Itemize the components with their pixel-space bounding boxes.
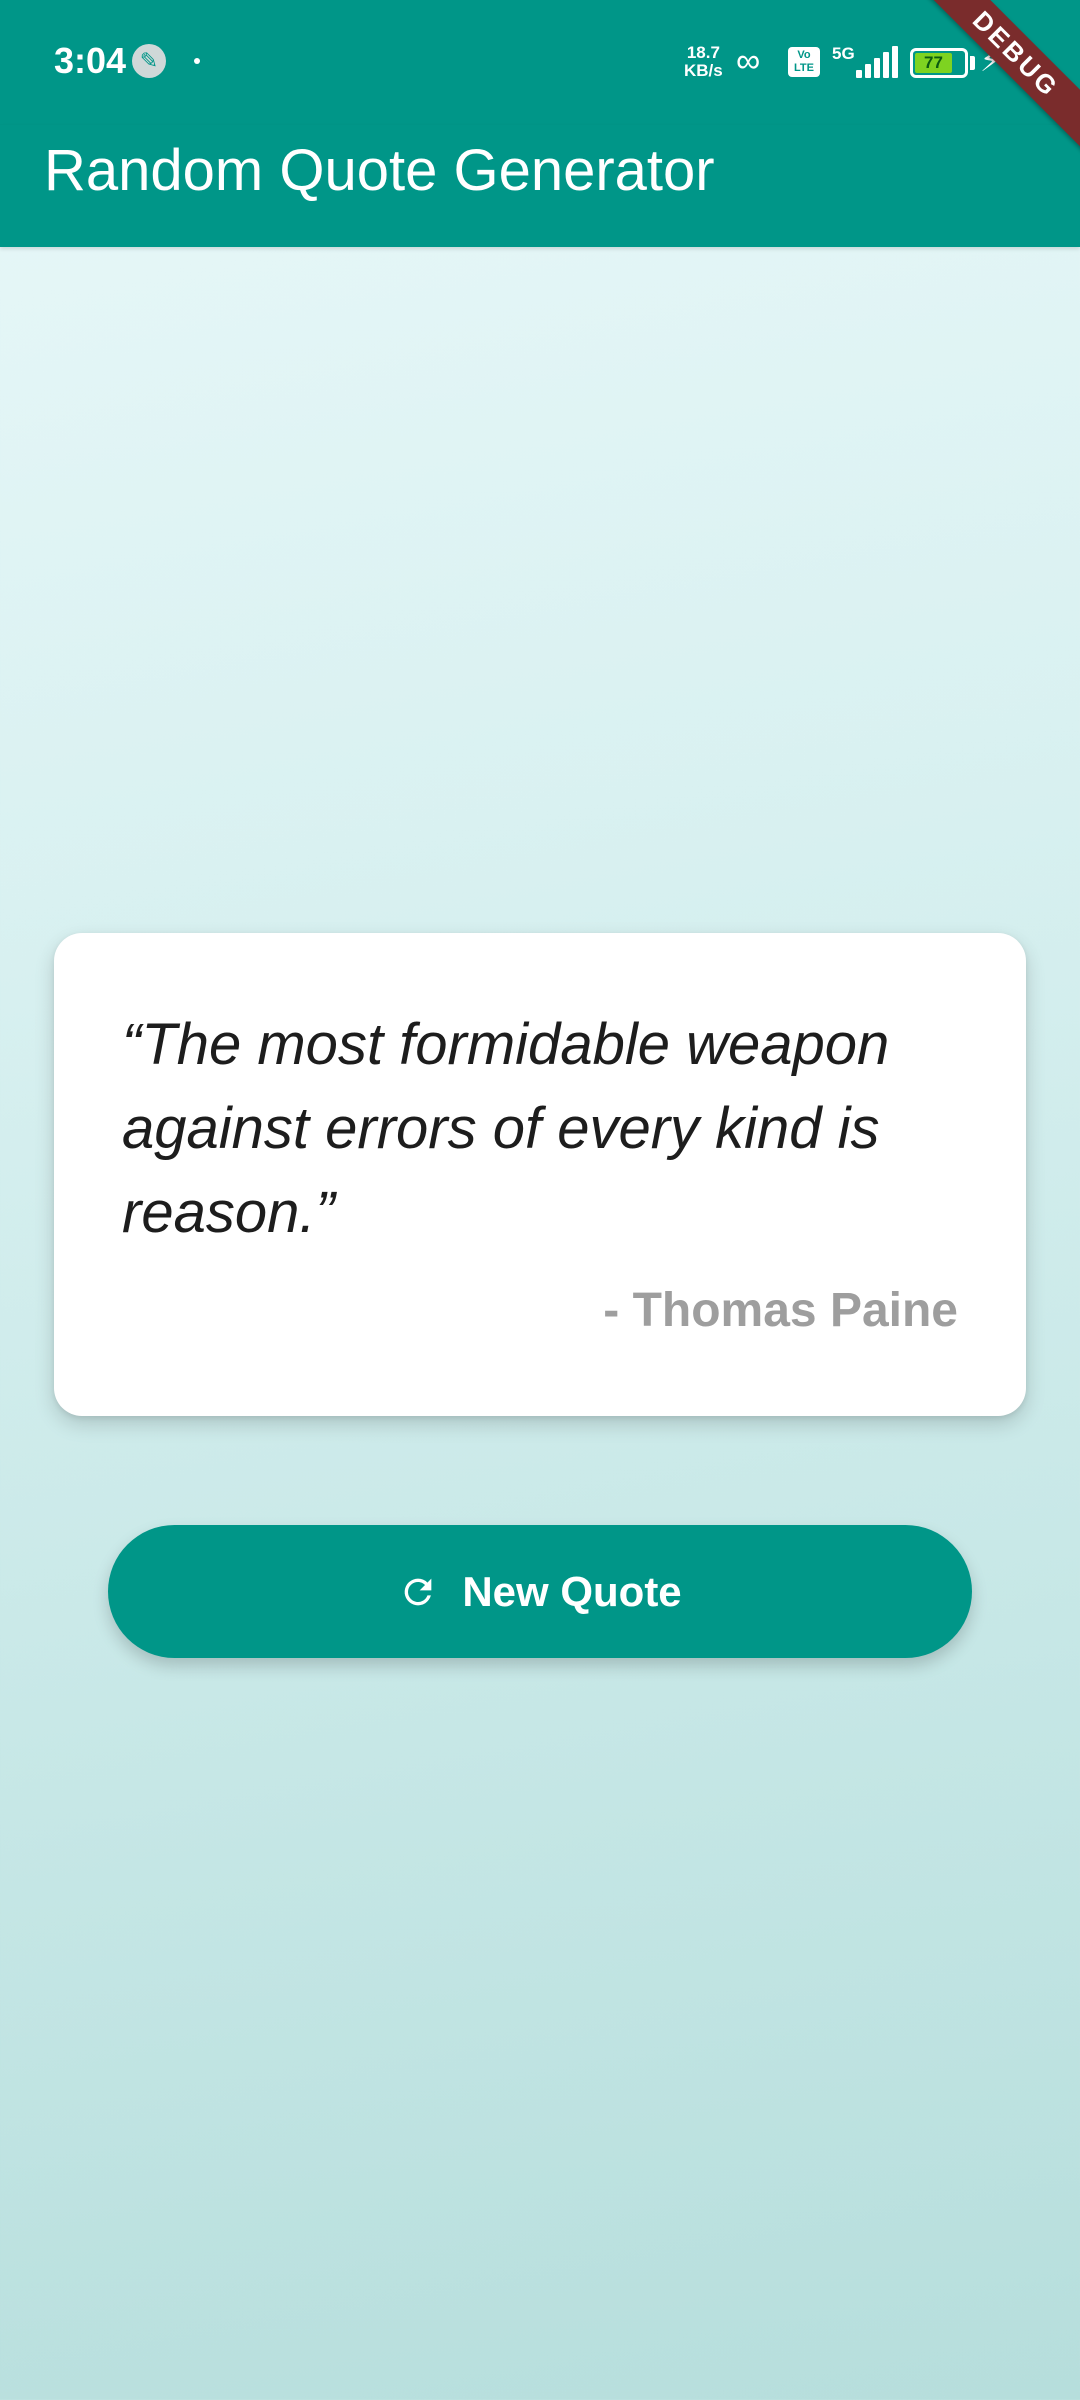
status-bar: 3:04 ✎ 18.7 KB/s ∞ Vo LTE 5G 77 ⚡	[0, 0, 1080, 125]
notification-dot-icon	[194, 58, 200, 64]
quote-author: - Thomas Paine	[603, 1284, 958, 1337]
app-bar: Random Quote Generator	[0, 125, 1080, 247]
battery-level: 77	[915, 53, 952, 73]
battery-tip	[970, 56, 975, 70]
new-quote-label: New Quote	[462, 1567, 682, 1615]
status-time: 3:04	[54, 40, 127, 81]
hotspot-link-icon: ∞	[736, 42, 761, 80]
signal-icon	[856, 46, 898, 78]
quote-text: “The most formidable weapon against erro…	[122, 1012, 890, 1245]
battery-icon: 77	[910, 48, 968, 78]
quote-card: “The most formidable weapon against erro…	[54, 933, 1026, 1416]
network-type: 5G	[832, 44, 855, 63]
page-title: Random Quote Generator	[44, 138, 715, 203]
refresh-icon	[404, 1578, 432, 1605]
wrench-icon: ✎	[132, 44, 166, 78]
new-quote-button[interactable]: New Quote	[108, 1525, 972, 1658]
network-speed: 18.7 KB/s	[684, 43, 723, 80]
volte-icon: Vo LTE	[788, 47, 820, 77]
